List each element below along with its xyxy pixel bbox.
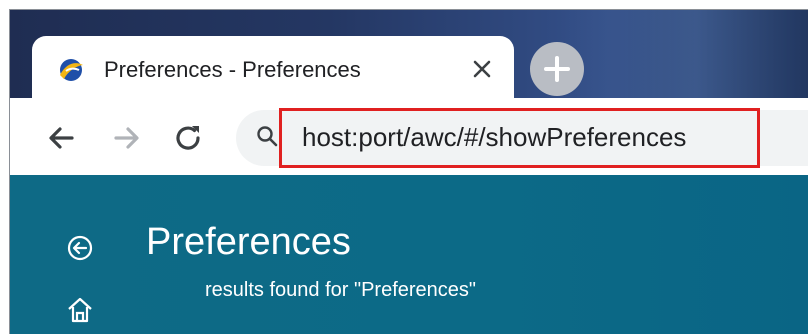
search-results-summary: results found for "Preferences" — [205, 279, 476, 301]
app-header — [10, 175, 808, 334]
tab-title: Preferences - Preferences — [104, 57, 361, 82]
arrow-right-icon[interactable] — [106, 118, 146, 158]
reload-icon[interactable] — [168, 118, 208, 158]
plus-icon — [544, 56, 570, 82]
tab-strip-shade — [560, 10, 808, 102]
arrow-left-icon[interactable] — [42, 118, 82, 158]
page-title: Preferences — [146, 221, 351, 263]
circle-back-icon[interactable] — [64, 232, 96, 264]
close-icon[interactable] — [466, 53, 498, 85]
url-highlight-box — [279, 108, 760, 168]
search-icon — [257, 126, 278, 147]
new-tab-button[interactable] — [530, 42, 584, 96]
screenshot-frame: Preferences - Preferences host:port/awc/… — [0, 0, 808, 334]
app-logo-icon — [60, 59, 83, 81]
home-icon[interactable] — [64, 294, 96, 326]
